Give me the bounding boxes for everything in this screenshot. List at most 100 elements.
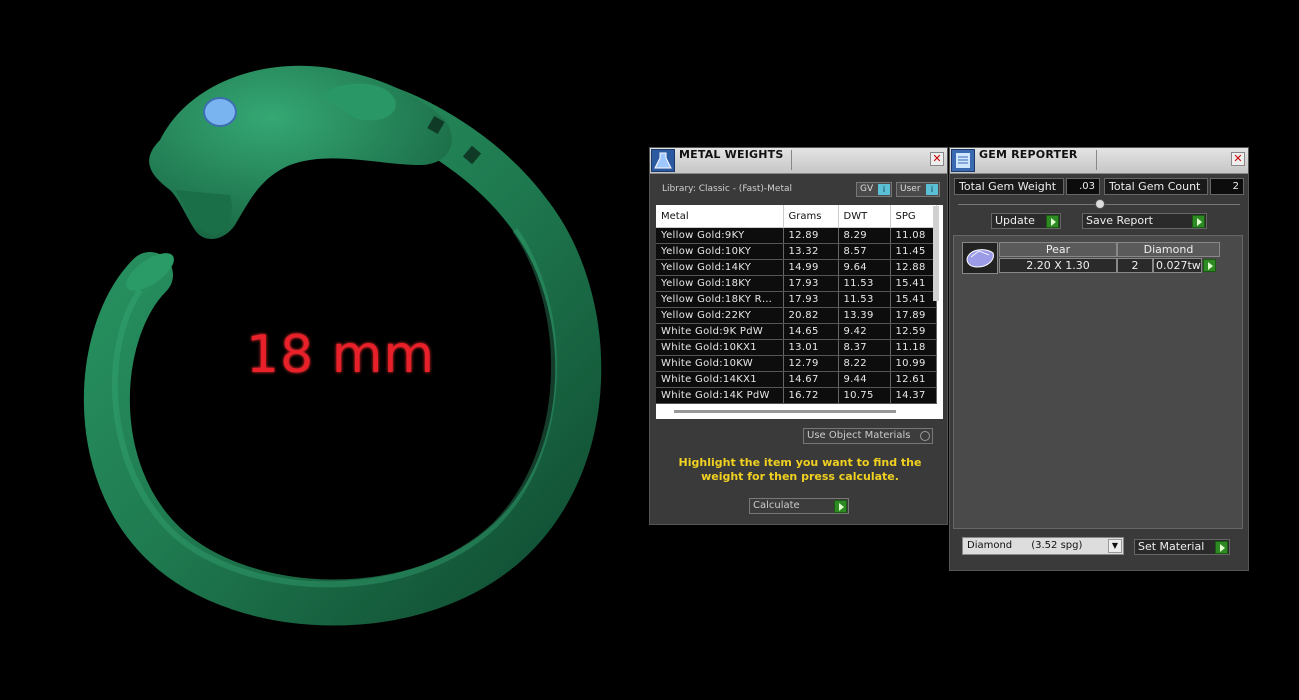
table-cell: Yellow Gold:22KY xyxy=(656,307,784,324)
calculate-button[interactable]: Calculate xyxy=(749,498,849,514)
total-gem-count-value: 2 xyxy=(1210,178,1244,195)
user-label: User xyxy=(900,184,921,194)
gem-size-cell: 2.20 X 1.30 xyxy=(999,258,1117,273)
vertical-scrollbar[interactable] xyxy=(933,206,939,301)
table-cell: 16.72 xyxy=(783,387,839,404)
table-cell: 11.53 xyxy=(838,291,891,308)
table-cell: 15.41 xyxy=(890,275,937,292)
horizontal-scrollbar[interactable] xyxy=(674,410,896,413)
use-object-materials-label: Use Object Materials xyxy=(807,430,911,441)
title-divider xyxy=(1096,150,1097,170)
play-icon xyxy=(1046,215,1059,228)
table-cell: 9.44 xyxy=(838,371,891,388)
metal-weights-titlebar[interactable]: METAL WEIGHTS ✕ xyxy=(650,148,947,174)
play-icon[interactable] xyxy=(1203,259,1216,272)
table-cell: 8.37 xyxy=(838,339,891,356)
table-cell: 12.59 xyxy=(890,323,937,340)
gv-toggle[interactable]: GV i xyxy=(856,182,892,197)
calculate-label: Calculate xyxy=(753,500,800,511)
save-report-label: Save Report xyxy=(1086,214,1153,227)
update-label: Update xyxy=(995,214,1035,227)
table-row[interactable]: Yellow Gold:9KY 12.89 8.29 11.08 xyxy=(656,227,937,244)
info-icon: i xyxy=(878,184,890,195)
table-cell: 8.57 xyxy=(838,243,891,260)
table-cell: 13.01 xyxy=(783,339,839,356)
gem-weight-cell: 0.027tw xyxy=(1153,258,1202,273)
table-cell: Yellow Gold:10KY xyxy=(656,243,784,260)
table-cell: 8.29 xyxy=(838,227,891,244)
user-toggle[interactable]: User i xyxy=(896,182,940,197)
gem-material-cell: Diamond xyxy=(1117,242,1220,257)
table-row[interactable]: White Gold:10KX1 13.01 8.37 11.18 xyxy=(656,339,937,356)
3d-viewport[interactable]: 18 mm xyxy=(0,0,640,700)
table-cell: 11.53 xyxy=(838,275,891,292)
table-row[interactable]: White Gold:10KW 12.79 8.22 10.99 xyxy=(656,355,937,372)
close-icon[interactable]: ✕ xyxy=(1231,152,1245,166)
info-icon: i xyxy=(926,184,938,195)
table-cell: Yellow Gold:14KY xyxy=(656,259,784,276)
column-header[interactable]: SPG xyxy=(890,205,937,228)
table-cell: 14.99 xyxy=(783,259,839,276)
instruction-text: Highlight the item you want to find the … xyxy=(678,456,922,483)
play-icon xyxy=(1192,215,1205,228)
gem-count-cell: 2 xyxy=(1117,258,1153,273)
table-cell: Yellow Gold:18KY xyxy=(656,275,784,292)
table-cell: White Gold:10KW xyxy=(656,355,784,372)
metal-table: Metal Grams DWT SPG Yellow Gold:9KY 12.89… xyxy=(656,205,937,404)
table-cell: Yellow Gold:9KY xyxy=(656,227,784,244)
gem-list[interactable]: Pear Diamond 2.20 X 1.30 2 0.027tw xyxy=(953,235,1243,529)
library-label: Library: Classic - (Fast)-Metal xyxy=(662,184,793,194)
table-cell: White Gold:14K PdW xyxy=(656,387,784,404)
flask-icon xyxy=(651,149,675,172)
total-gem-weight-value: .03 xyxy=(1066,178,1100,195)
table-cell: 13.39 xyxy=(838,307,891,324)
total-gem-count-label: Total Gem Count xyxy=(1104,178,1208,195)
table-cell: 14.67 xyxy=(783,371,839,388)
table-row[interactable]: Yellow Gold:18KY R… 17.93 11.53 15.41 xyxy=(656,291,937,308)
table-cell: 17.89 xyxy=(890,307,937,324)
metal-table-container[interactable]: Metal Grams DWT SPG Yellow Gold:9KY 12.89… xyxy=(656,205,943,419)
use-object-materials-dropdown[interactable]: Use Object Materials xyxy=(803,428,933,444)
splitter-handle[interactable] xyxy=(1095,199,1105,209)
save-report-button[interactable]: Save Report xyxy=(1082,213,1207,229)
play-icon xyxy=(834,500,847,513)
gv-label: GV xyxy=(860,184,874,194)
close-icon[interactable]: ✕ xyxy=(930,152,944,166)
gem-reporter-titlebar[interactable]: GEM REPORTER ✕ xyxy=(950,148,1248,174)
metal-weights-title: METAL WEIGHTS xyxy=(679,148,784,161)
table-cell: 10.75 xyxy=(838,387,891,404)
column-header[interactable]: DWT xyxy=(838,205,891,228)
table-cell: 14.65 xyxy=(783,323,839,340)
play-icon xyxy=(1215,541,1228,554)
gem-reporter-title: GEM REPORTER xyxy=(979,148,1078,161)
gem-shape-cell: Pear xyxy=(999,242,1117,257)
gem-report-icon xyxy=(951,149,975,172)
table-cell: 9.64 xyxy=(838,259,891,276)
total-gem-weight-label: Total Gem Weight xyxy=(954,178,1064,195)
table-cell: 10.99 xyxy=(890,355,937,372)
table-row[interactable]: Yellow Gold:10KY 13.32 8.57 11.45 xyxy=(656,243,937,260)
table-cell: 15.41 xyxy=(890,291,937,308)
circle-icon xyxy=(920,431,930,441)
table-row[interactable]: White Gold:14KX1 14.67 9.44 12.61 xyxy=(656,371,937,388)
table-cell: White Gold:10KX1 xyxy=(656,339,784,356)
table-cell: 20.82 xyxy=(783,307,839,324)
table-row[interactable]: Yellow Gold:14KY 14.99 9.64 12.88 xyxy=(656,259,937,276)
set-material-button[interactable]: Set Material xyxy=(1134,539,1230,555)
material-select[interactable]: Diamond (3.52 spg) ▼ xyxy=(962,537,1124,555)
set-material-label: Set Material xyxy=(1138,540,1205,553)
column-header[interactable]: Metal xyxy=(656,205,784,228)
table-cell: 11.08 xyxy=(890,227,937,244)
column-header[interactable]: Grams xyxy=(783,205,839,228)
table-cell: 17.93 xyxy=(783,291,839,308)
table-cell: 11.45 xyxy=(890,243,937,260)
update-button[interactable]: Update xyxy=(991,213,1061,229)
table-row[interactable]: Yellow Gold:22KY 20.82 13.39 17.89 xyxy=(656,307,937,324)
table-row[interactable]: White Gold:9K PdW 14.65 9.42 12.59 xyxy=(656,323,937,340)
gem-eye xyxy=(203,97,237,127)
table-cell: 12.61 xyxy=(890,371,937,388)
ring-size-label: 18 mm xyxy=(246,325,436,385)
pear-gem-thumbnail[interactable] xyxy=(962,242,998,274)
table-row[interactable]: Yellow Gold:18KY 17.93 11.53 15.41 xyxy=(656,275,937,292)
table-row[interactable]: White Gold:14K PdW 16.72 10.75 14.37 xyxy=(656,387,937,404)
